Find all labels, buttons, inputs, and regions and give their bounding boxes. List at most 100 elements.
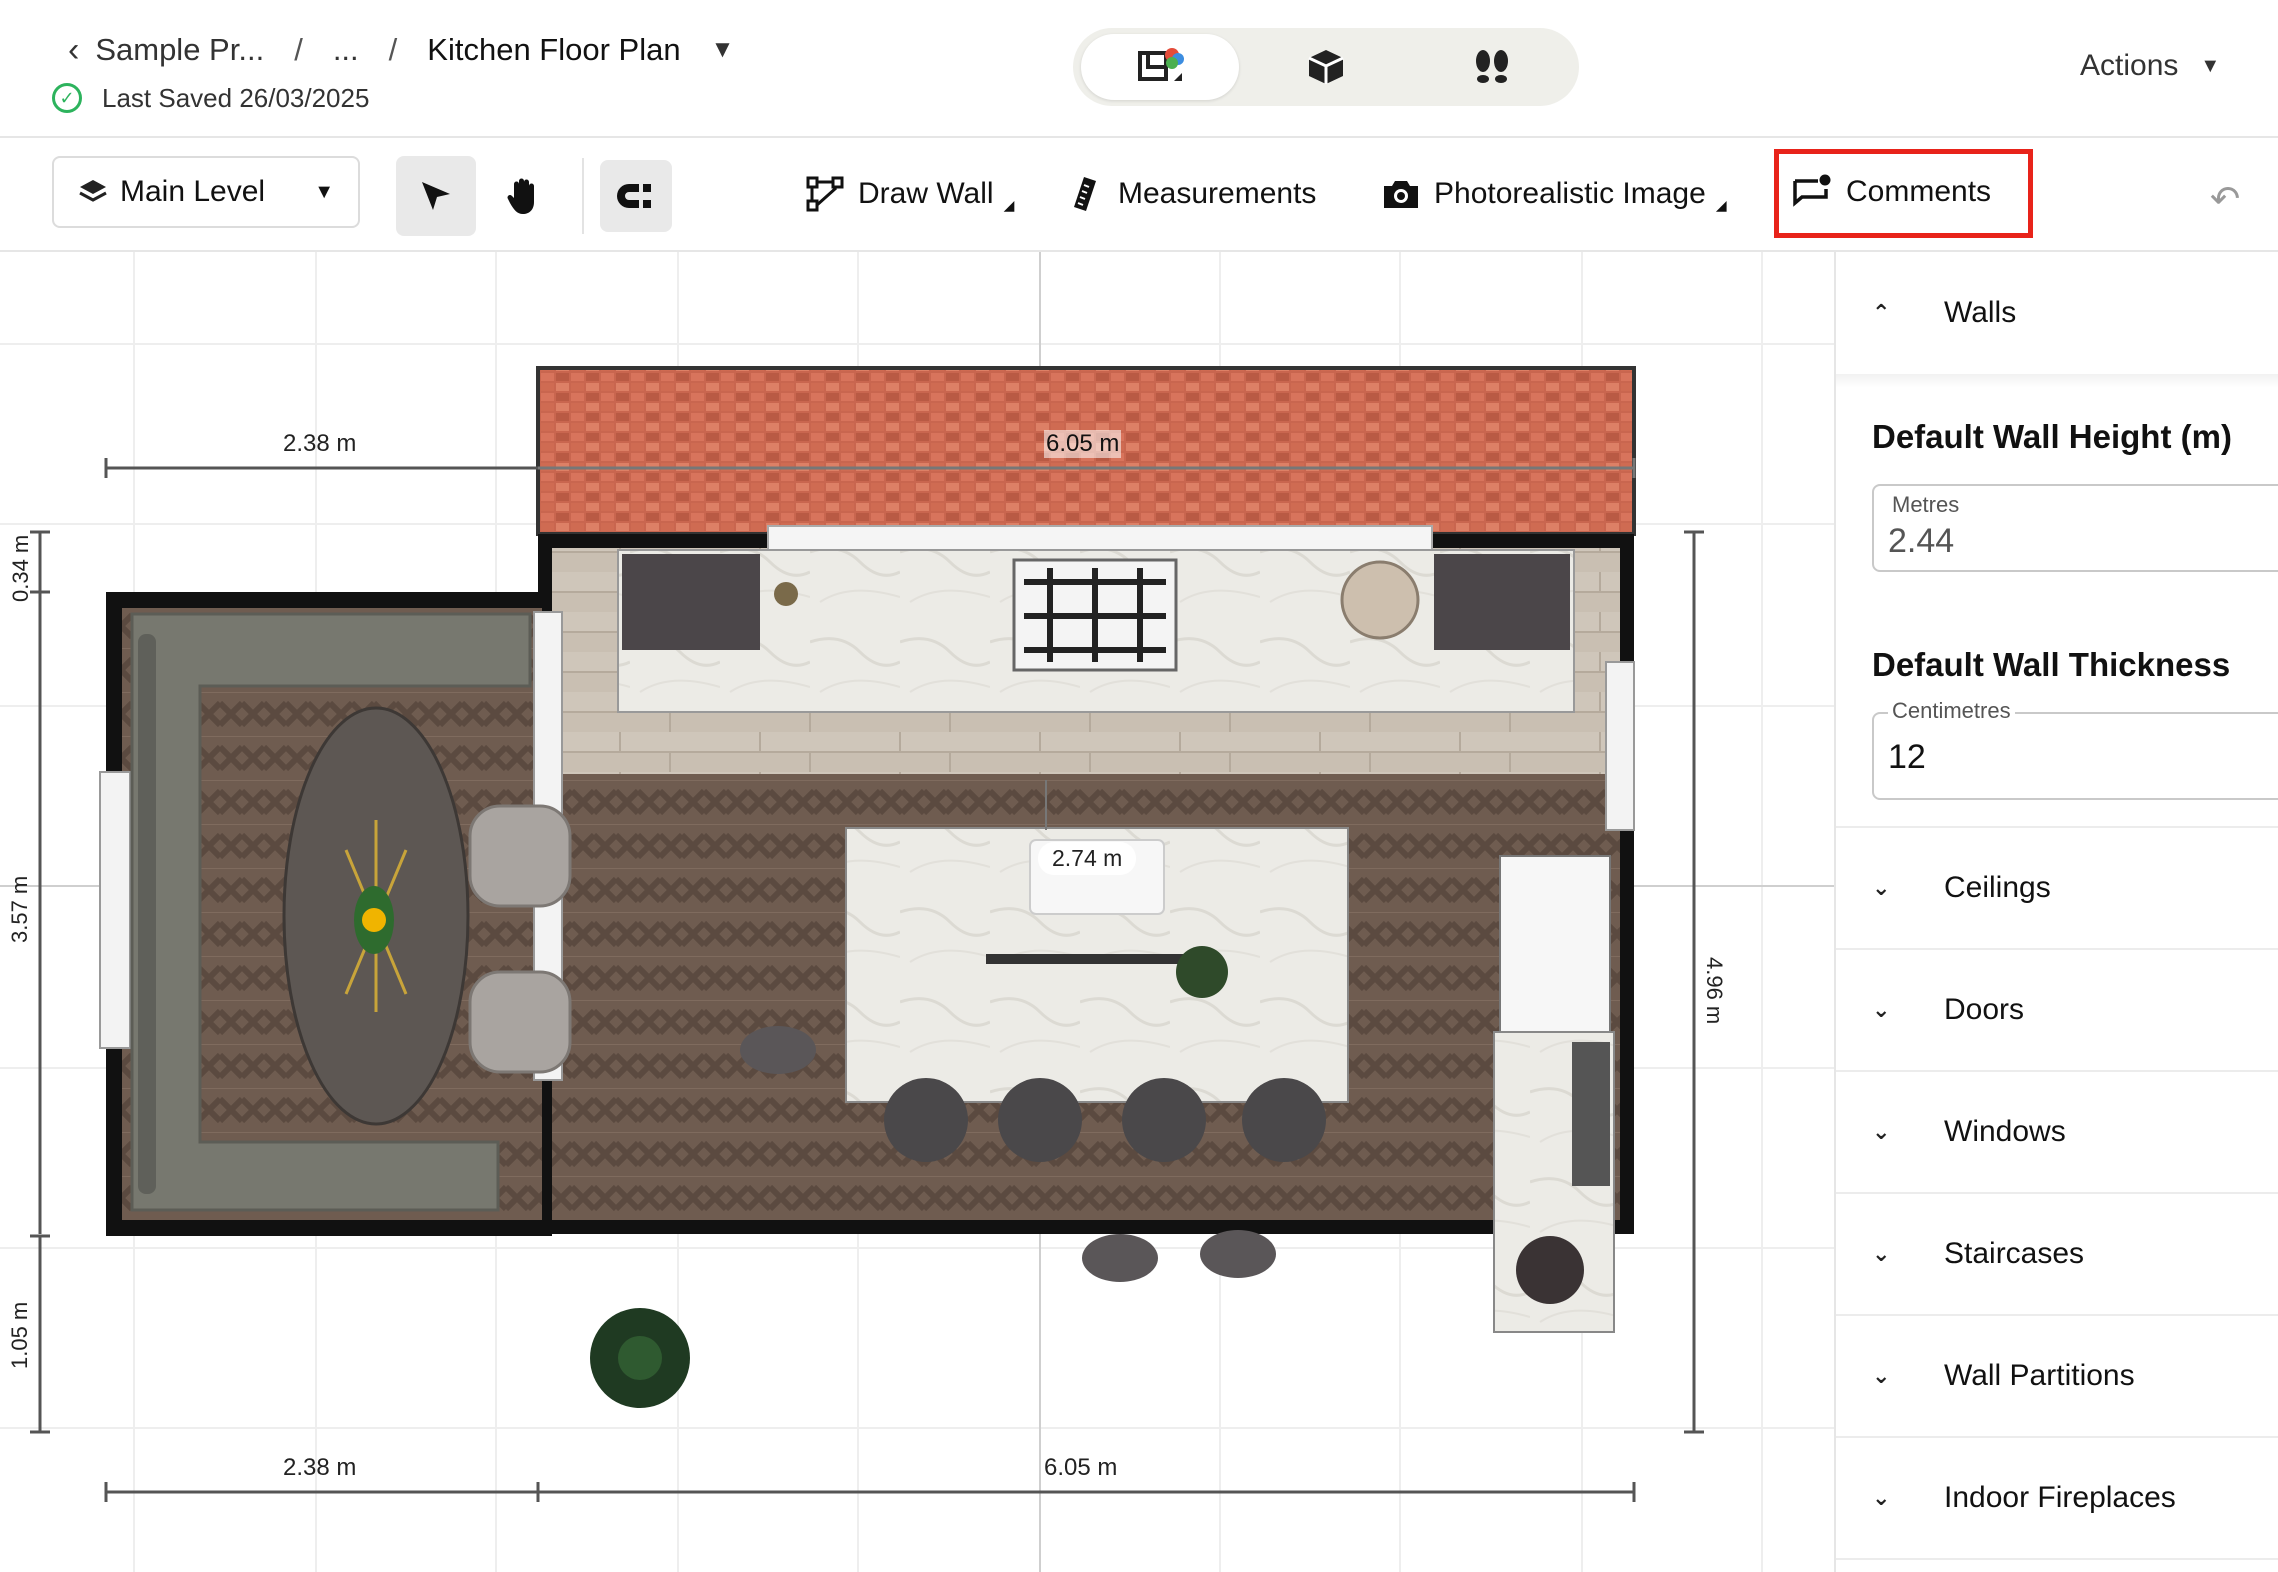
app-header: ‹ Sample Pr... / ... / Kitchen Floor Pla… — [0, 0, 2278, 138]
view-walkthrough-button[interactable] — [1413, 34, 1571, 100]
wall-height-value[interactable]: 2.44 — [1888, 522, 1954, 561]
save-status: ✓ Last Saved 26/03/2025 — [52, 80, 369, 116]
section-walls-label: Walls — [1944, 296, 2017, 329]
floor-plant-center — [618, 1336, 662, 1380]
dimension-label-left-357: 3.57 m — [7, 875, 32, 943]
chevron-up-icon: ⌃ — [1872, 300, 1891, 325]
wall-height-unit-label: Metres — [1888, 492, 1964, 518]
plan-title[interactable]: Kitchen Floor Plan — [427, 32, 680, 68]
camera-icon — [1382, 178, 1420, 210]
desk-monitor — [1572, 1042, 1610, 1186]
section-staircases[interactable]: ⌄ Staircases — [1836, 1194, 2278, 1316]
undo-icon[interactable]: ↶ — [2210, 178, 2240, 220]
chevron-down-icon: ⌄ — [1872, 1119, 1891, 1144]
actions-label: Actions — [2080, 49, 2179, 82]
section-walls[interactable]: ⌃ Walls — [1836, 252, 2278, 374]
dining-chair[interactable] — [468, 970, 572, 1074]
dimension-label-top-right: 6.05 m — [1044, 430, 1122, 458]
round-board — [1340, 560, 1420, 640]
desk-chair[interactable] — [1516, 1236, 1584, 1304]
wall-thickness-value[interactable]: 12 — [1888, 738, 1926, 777]
view-2d-button[interactable] — [1081, 34, 1239, 100]
section-divider — [1836, 374, 2278, 388]
actions-menu[interactable]: Actions ▼ — [2080, 44, 2220, 88]
walkthrough-footsteps-icon — [1476, 50, 1508, 83]
chevron-down-icon: ⌄ — [1872, 1363, 1891, 1388]
plan-menu-caret-icon[interactable]: ▼ — [711, 36, 735, 64]
dimension-label-left-105: 1.05 m — [7, 1301, 32, 1369]
wall-thickness-field[interactable]: Centimetres 12 — [1872, 698, 2278, 800]
bar-stool[interactable] — [1242, 1078, 1326, 1162]
dimension-label-left-034: 0.34 m — [8, 534, 33, 602]
bar-stool[interactable] — [998, 1078, 1082, 1162]
section-ceilings-label: Ceilings — [1944, 871, 2051, 904]
section-wall-partitions[interactable]: ⌄ Wall Partitions — [1836, 1316, 2278, 1438]
level-caret-icon: ▼ — [314, 180, 334, 203]
back-chevron-icon[interactable]: ‹ — [68, 31, 79, 70]
properties-panel: ⌃ Walls Default Wall Height (m) Metres 2… — [1834, 252, 2278, 1572]
bar-stool[interactable] — [884, 1078, 968, 1162]
dimension-label-right-496: 4.96 m — [1702, 957, 1727, 1025]
hand-pan-icon — [507, 178, 534, 214]
island-plant — [1176, 946, 1228, 998]
photorealistic-image-tool[interactable]: Photorealistic Image ◢ — [1382, 162, 1727, 226]
layers-icon — [79, 180, 107, 202]
section-indoor-fireplaces-label: Indoor Fireplaces — [1944, 1481, 2176, 1514]
breadcrumb-separator: / — [388, 32, 398, 67]
saved-check-icon: ✓ — [52, 83, 82, 113]
kitchen-right-window[interactable] — [1605, 661, 1635, 831]
measurements-tool[interactable]: Measurements — [1070, 162, 1316, 226]
photorealistic-more-icon: ◢ — [1715, 196, 1727, 213]
view-3d-button[interactable] — [1247, 34, 1405, 100]
section-staircases-label: Staircases — [1944, 1237, 2085, 1270]
chevron-down-icon: ⌄ — [1872, 1241, 1891, 1266]
draw-wall-tool[interactable]: Draw Wall ◢ — [806, 162, 1014, 226]
dining-window[interactable] — [99, 771, 131, 1049]
breadcrumb-project[interactable]: Sample Pr... — [95, 32, 264, 68]
wall-thickness-unit-label: Centimetres — [1888, 698, 2015, 724]
draw-wall-icon — [806, 176, 844, 212]
stool[interactable] — [740, 1026, 816, 1074]
island-rail — [986, 954, 1202, 964]
section-doors[interactable]: ⌄ Doors — [1836, 950, 2278, 1072]
chevron-down-icon: ⌄ — [1872, 875, 1891, 900]
chandelier-light — [362, 908, 386, 932]
magnet-snap-icon — [617, 184, 651, 208]
snap-magnet-button[interactable] — [600, 160, 672, 232]
dimension-label-bottom-right: 6.05 m — [1044, 1454, 1118, 1481]
level-label: Main Level — [120, 175, 266, 208]
3d-box-icon — [1308, 50, 1344, 84]
cabinet-left — [622, 554, 760, 650]
dining-chair[interactable] — [468, 804, 572, 908]
section-wall-partitions-label: Wall Partitions — [1944, 1359, 2135, 1392]
dimension-label-island[interactable]: 2.74 m — [1038, 842, 1137, 875]
wall-height-title: Default Wall Height (m) — [1872, 418, 2232, 455]
dimension-label-bottom-left: 2.38 m — [283, 1454, 357, 1481]
2d-plan-icon — [1138, 48, 1184, 81]
section-ceilings[interactable]: ⌄ Ceilings — [1836, 828, 2278, 950]
section-windows[interactable]: ⌄ Windows — [1836, 1072, 2278, 1194]
floor-plan-drawing[interactable] — [0, 252, 1834, 1572]
breadcrumb: ‹ Sample Pr... / ... / Kitchen Floor Pla… — [68, 28, 734, 72]
floor-plan-canvas[interactable]: 2.38 m 6.05 m 0.34 m 3.57 m 1.05 m 4.96 … — [0, 252, 1834, 1572]
section-windows-label: Windows — [1944, 1115, 2066, 1148]
cursor-arrow-icon — [422, 182, 450, 210]
ruler-icon — [1070, 175, 1104, 213]
select-tool-button[interactable] — [396, 156, 476, 236]
draw-wall-label: Draw Wall — [858, 177, 994, 210]
breadcrumb-ellipsis[interactable]: ... — [333, 32, 359, 68]
photorealistic-label: Photorealistic Image — [1434, 177, 1706, 210]
section-indoor-fireplaces[interactable]: ⌄ Indoor Fireplaces — [1836, 1438, 2278, 1560]
cabinet-right — [1434, 554, 1570, 650]
stool[interactable] — [1082, 1234, 1158, 1282]
section-doors-label: Doors — [1944, 993, 2025, 1026]
walls-settings: Default Wall Height (m) Metres 2.44 Defa… — [1836, 374, 2278, 828]
draw-wall-more-icon: ◢ — [1003, 196, 1015, 213]
level-select[interactable]: Main Level ▼ — [52, 156, 360, 228]
pan-tool-button[interactable] — [484, 156, 564, 236]
wall-height-field[interactable]: Metres 2.44 — [1872, 484, 2278, 572]
toolbar-divider — [582, 158, 584, 234]
bar-stool[interactable] — [1122, 1078, 1206, 1162]
wall-thickness-title: Default Wall Thickness — [1872, 646, 2231, 683]
stool[interactable] — [1200, 1230, 1276, 1278]
